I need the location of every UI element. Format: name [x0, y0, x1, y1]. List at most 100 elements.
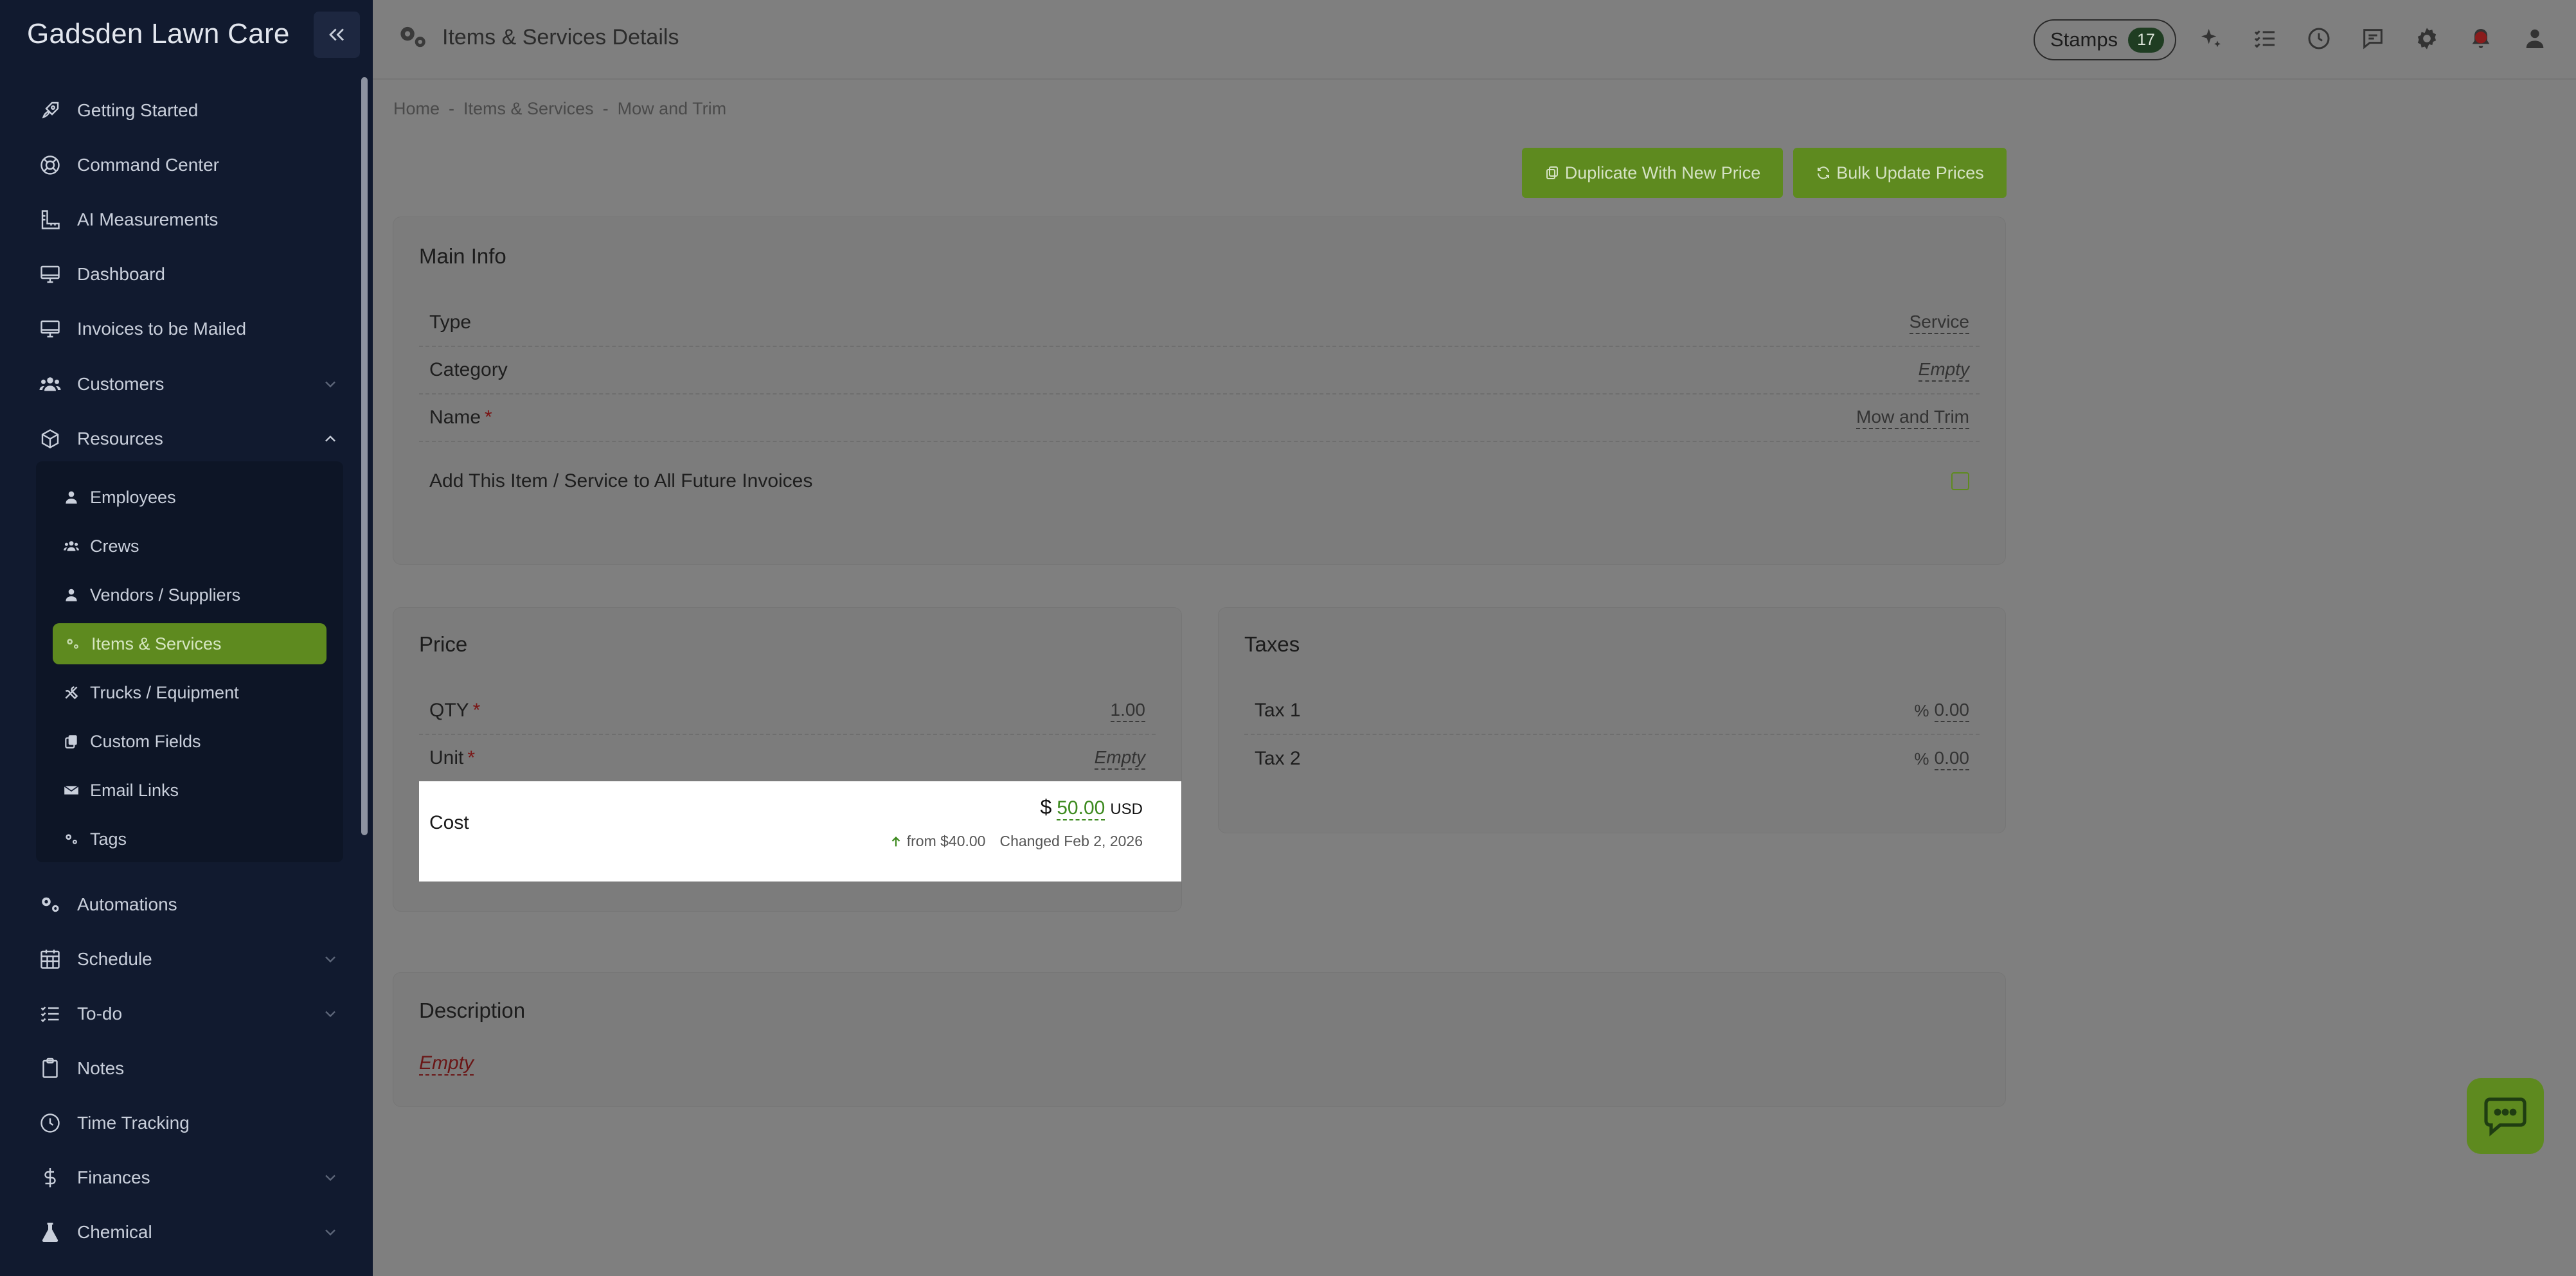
- sidebar-item-command-center[interactable]: Command Center: [37, 146, 339, 184]
- chevron-down-icon: [325, 1229, 335, 1236]
- clock-icon[interactable]: [2306, 26, 2332, 51]
- sidebar-item-invoices-to-be-mailed[interactable]: Invoices to be Mailed: [37, 310, 339, 348]
- sidebar-subitem-employees[interactable]: Employees: [62, 479, 325, 515]
- cost-value-group: $ 50.00 USD: [1040, 795, 1143, 820]
- calendar-icon: [37, 946, 63, 972]
- sidebar-subitem-items-services[interactable]: Items & Services: [53, 623, 326, 664]
- duplicate-with-new-price-button[interactable]: Duplicate With New Price: [1522, 148, 1783, 198]
- type-label: Type: [429, 312, 472, 333]
- sidebar-subitem-custom-fields[interactable]: Custom Fields: [62, 723, 325, 759]
- name-row: Name * Mow and Trim: [419, 394, 1980, 442]
- sidebar-item-finances[interactable]: Finances: [37, 1158, 339, 1197]
- sidebar-item-label: Invoices to be Mailed: [77, 319, 247, 339]
- tax1-row: Tax 1 % 0.00: [1244, 687, 1980, 735]
- stamps-label: Stamps: [2050, 28, 2118, 51]
- chevron-up-icon: [325, 435, 335, 442]
- sidebar-subitem-trucks-equipment[interactable]: Trucks / Equipment: [62, 675, 325, 711]
- taxes-card: Taxes Tax 1 % 0.00 Tax 2 % 0.00: [1219, 608, 2005, 833]
- qty-value[interactable]: 1.00: [1110, 699, 1145, 722]
- gears-icon: [63, 634, 82, 653]
- breadcrumb-separator: -: [602, 99, 609, 118]
- lifebuoy-icon: [37, 152, 63, 178]
- bulk-update-button-label: Bulk Update Prices: [1836, 163, 1984, 182]
- gears-icon: [62, 829, 81, 849]
- collapse-sidebar-button[interactable]: [314, 12, 360, 58]
- stamps-button[interactable]: Stamps 17: [2034, 19, 2176, 60]
- sidebar-scrollbar[interactable]: [361, 77, 368, 835]
- cost-symbol: $: [1040, 795, 1052, 819]
- sidebar-item-customers[interactable]: Customers: [37, 365, 339, 403]
- sidebar-item-time-tracking[interactable]: Time Tracking: [37, 1104, 339, 1142]
- main-info-card: Main Info Type Service Category Empty Na…: [393, 217, 2005, 564]
- description-value[interactable]: Empty: [419, 1052, 474, 1076]
- category-value[interactable]: Empty: [1918, 359, 1969, 382]
- sidebar-item-label: To-do: [77, 1004, 123, 1023]
- gear-icon[interactable]: [2414, 26, 2440, 51]
- category-label: Category: [429, 359, 508, 380]
- tax1-value[interactable]: 0.00: [1934, 699, 1969, 722]
- type-value[interactable]: Service: [1909, 311, 1969, 334]
- sidebar-item-dashboard[interactable]: Dashboard: [37, 255, 339, 294]
- sidebar-item-resources[interactable]: Resources: [37, 420, 339, 458]
- future-invoices-checkbox[interactable]: [1951, 472, 1969, 490]
- sidebar-item-label: Finances: [77, 1167, 150, 1187]
- chevron-down-icon: [325, 381, 335, 388]
- sidebar-item-to-do[interactable]: To-do: [37, 995, 339, 1033]
- user-profile-icon[interactable]: [2522, 26, 2548, 51]
- cost-change-info: from $40.00 Changed Feb 2, 2026: [889, 833, 1143, 850]
- sidebar-subitem-tags[interactable]: Tags: [62, 821, 325, 857]
- checklist-icon[interactable]: [2252, 26, 2278, 51]
- flask-icon: [37, 1219, 63, 1245]
- stamps-count-badge: 17: [2128, 27, 2164, 53]
- chevron-down-icon: [325, 1011, 335, 1018]
- unit-value[interactable]: Empty: [1094, 747, 1145, 770]
- cost-label: Cost: [429, 812, 469, 833]
- notification-bell-icon[interactable]: [2468, 26, 2494, 51]
- category-row: Category Empty: [419, 347, 1980, 394]
- sidebar-subitem-email-links[interactable]: Email Links: [62, 772, 325, 808]
- user-icon: [62, 488, 81, 507]
- chevron-down-icon: [325, 1174, 335, 1182]
- sidebar-subitem-vendors-suppliers[interactable]: Vendors / Suppliers: [62, 577, 325, 613]
- tax1-label: Tax 1: [1255, 700, 1301, 721]
- required-mark: *: [472, 700, 481, 721]
- sidebar-item-automations[interactable]: Automations: [37, 885, 339, 924]
- users-icon: [62, 536, 81, 556]
- chat-widget-button[interactable]: [2467, 1078, 2544, 1154]
- sidebar-item-getting-started[interactable]: Getting Started: [37, 91, 339, 130]
- breadcrumb-home-link[interactable]: Home: [393, 99, 440, 119]
- required-mark: *: [485, 407, 492, 428]
- sidebar-item-chemical[interactable]: Chemical: [37, 1213, 339, 1252]
- sidebar-subitem-crews[interactable]: Crews: [62, 528, 325, 564]
- brand-name: Gadsden Lawn Care: [27, 18, 290, 49]
- tax2-value-group: % 0.00: [1914, 747, 1969, 770]
- taxes-title: Taxes: [1244, 632, 1300, 656]
- envelope-icon: [62, 781, 81, 800]
- rocket-icon: [37, 98, 63, 123]
- bulk-update-prices-button[interactable]: Bulk Update Prices: [1793, 148, 2007, 198]
- copy-icon: [1546, 166, 1558, 179]
- arrow-up-icon: [891, 836, 900, 846]
- sidebar-item-label: Command Center: [77, 155, 219, 175]
- sidebar-item-notes[interactable]: Notes: [37, 1049, 339, 1088]
- sidebar-item-label: Automations: [77, 894, 177, 914]
- sidebar-subitem-label: Items & Services: [91, 634, 222, 653]
- sidebar-item-label: AI Measurements: [77, 209, 219, 229]
- sidebar-item-ai-measurements[interactable]: AI Measurements: [37, 200, 339, 239]
- name-value[interactable]: Mow and Trim: [1856, 406, 1969, 429]
- main-info-title: Main Info: [419, 244, 506, 268]
- chat-bubble-icon: [2484, 1097, 2527, 1137]
- refresh-icon: [1818, 166, 1830, 179]
- tax2-value[interactable]: 0.00: [1934, 747, 1969, 770]
- clipboard-icon: [37, 1056, 63, 1081]
- sidebar-item-label: Dashboard: [77, 264, 165, 284]
- tax1-value-group: % 0.00: [1914, 699, 1969, 722]
- sidebar-item-schedule[interactable]: Schedule: [37, 940, 339, 979]
- sidebar-item-label: Notes: [77, 1058, 125, 1078]
- breadcrumb-items-services-link[interactable]: Items & Services: [463, 99, 594, 119]
- sidebar-subitem-label: Crews: [90, 536, 139, 556]
- sparkle-icon[interactable]: [2198, 26, 2224, 51]
- cost-value[interactable]: 50.00: [1057, 797, 1105, 820]
- breadcrumb-current: Mow and Trim: [617, 99, 727, 118]
- message-icon[interactable]: [2360, 26, 2386, 51]
